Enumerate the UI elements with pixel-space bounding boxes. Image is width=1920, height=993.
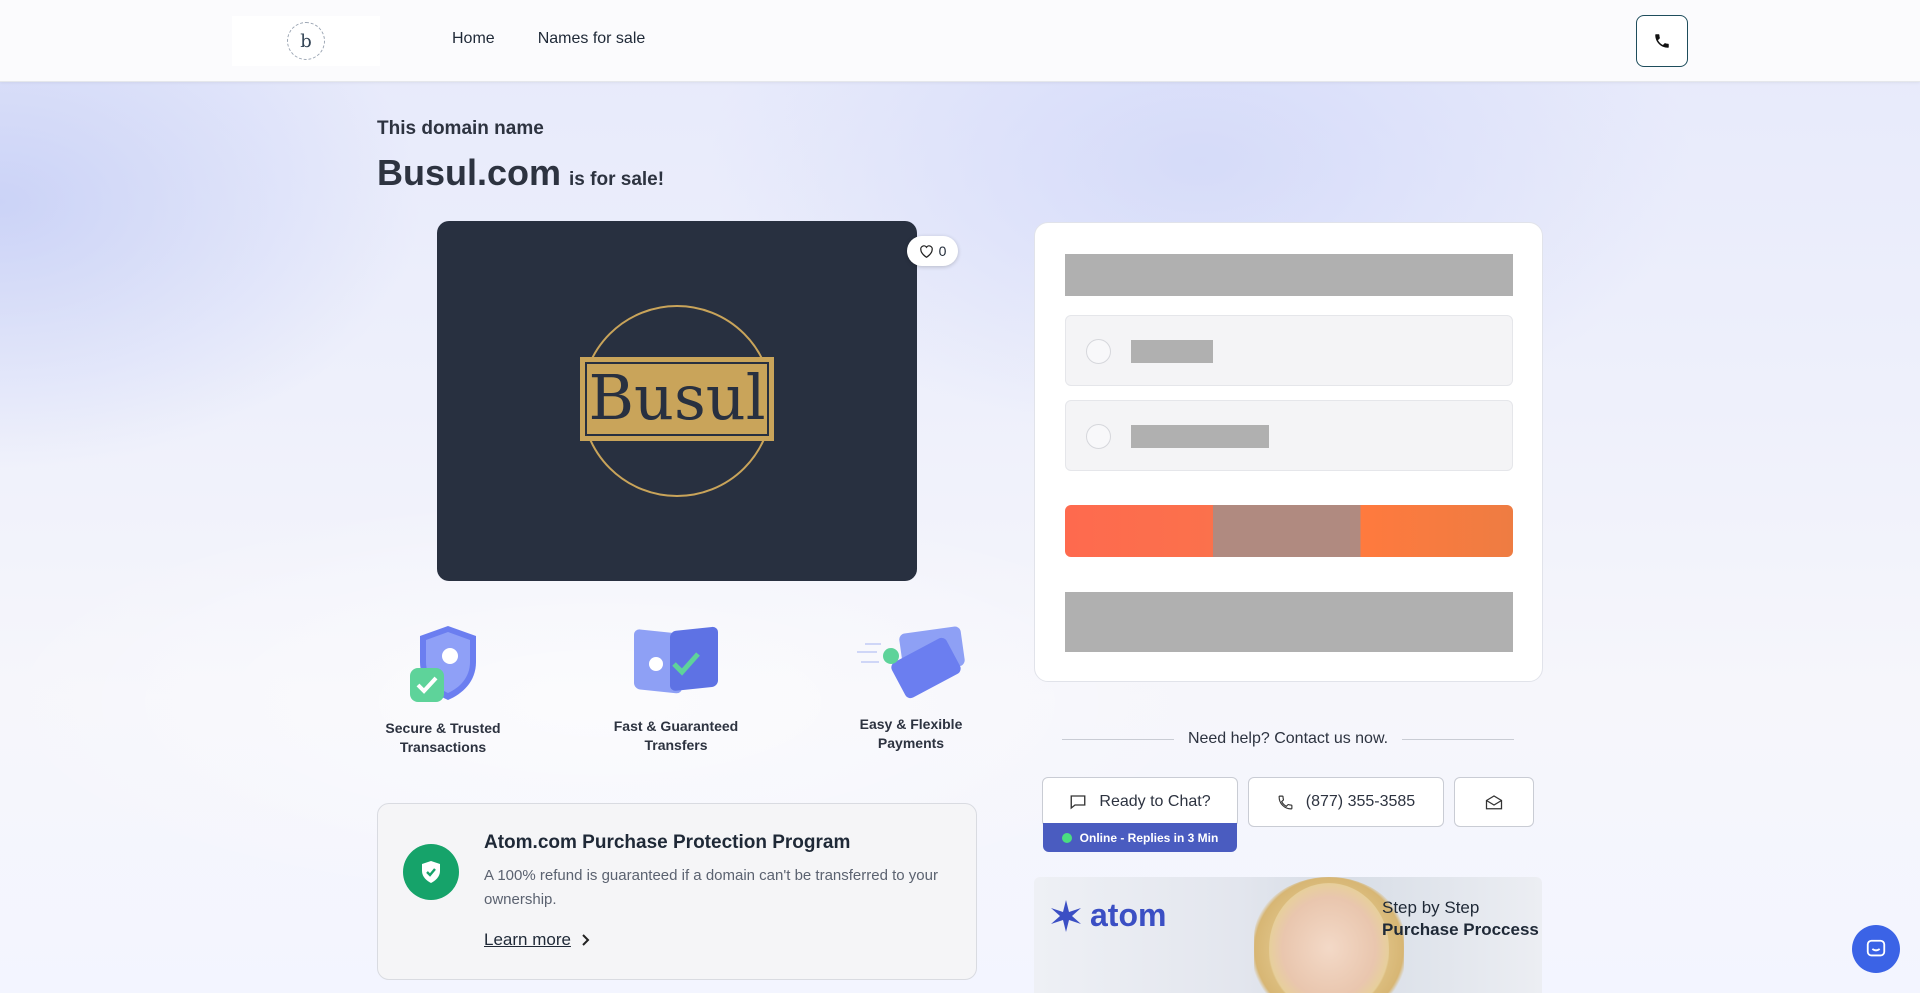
chat-icon: [1866, 939, 1886, 957]
like-button[interactable]: 0: [907, 236, 958, 266]
nav-home-link[interactable]: Home: [452, 30, 495, 48]
email-contact-button[interactable]: [1454, 777, 1534, 827]
hero-subtitle: This domain name: [377, 118, 544, 139]
feature-easy: Easy & Flexible Payments: [836, 622, 986, 753]
option-2-skeleton: [1131, 425, 1269, 448]
site-logo-mark: b: [287, 22, 325, 60]
transfer-icon: [634, 626, 718, 694]
buy-now-button[interactable]: [1065, 505, 1513, 557]
online-status-badge: Online - Replies in 3 Min: [1043, 823, 1237, 852]
feature-secure-label: Secure & Trusted Transactions: [385, 720, 501, 755]
main-content: This domain name Busul.com is for sale! …: [0, 0, 1920, 993]
credit-card-icon: [857, 626, 965, 699]
online-dot-icon: [1061, 832, 1072, 843]
option-1-skeleton: [1131, 340, 1213, 363]
secondary-button-skeleton[interactable]: [1065, 592, 1513, 652]
hero-title: Busul.com is for sale!: [377, 152, 664, 194]
learn-more-label: Learn more: [484, 930, 571, 949]
domain-logo: Busul: [580, 305, 774, 497]
mail-open-icon: [1485, 795, 1503, 810]
domain-logo-text: Busul: [588, 361, 765, 434]
like-count: 0: [938, 243, 947, 259]
feature-secure: Secure & Trusted Transactions: [368, 622, 518, 757]
protection-shield-icon: [403, 844, 459, 900]
phone-contact-label: (877) 355-3585: [1305, 793, 1416, 810]
help-divider: Need help? Contact us now.: [1062, 730, 1515, 748]
phone-icon: [1278, 795, 1293, 809]
site-logo[interactable]: b: [232, 16, 380, 66]
phone-icon: [1655, 34, 1669, 48]
chevron-right-icon: [582, 934, 590, 946]
purchase-protection-card: Atom.com Purchase Protection Program A 1…: [377, 803, 977, 980]
purchase-process-banner[interactable]: atom Step by Step Purchase Proccess: [1034, 877, 1542, 993]
atom-brand-logo: atom: [1048, 897, 1166, 934]
chat-launcher-button[interactable]: [1852, 925, 1900, 973]
header-phone-button[interactable]: [1636, 15, 1688, 67]
domain-name: Busul.com: [377, 152, 562, 193]
phone-contact-button[interactable]: (877) 355-3585: [1248, 777, 1444, 827]
feature-fast-label: Fast & Guaranteed Transfers: [613, 718, 739, 753]
heart-icon: [919, 245, 933, 258]
for-sale-label: is for sale!: [569, 169, 665, 190]
purchase-option-1[interactable]: [1065, 315, 1513, 386]
atom-star-icon: [1051, 899, 1081, 932]
shield-check-icon: [410, 626, 476, 702]
domain-logo-card: Busul: [437, 221, 917, 581]
site-header: b Home Names for sale: [0, 0, 1920, 82]
chat-bubble-icon: [1070, 795, 1086, 810]
chat-button-label: Ready to Chat?: [1099, 793, 1211, 810]
price-skeleton: [1065, 254, 1513, 296]
feature-easy-label: Easy & Flexible Payments: [859, 716, 963, 751]
chat-button[interactable]: Ready to Chat?: [1042, 777, 1238, 827]
nav-names-for-sale-link[interactable]: Names for sale: [538, 30, 646, 48]
learn-more-link[interactable]: Learn more: [484, 930, 590, 950]
purchase-option-2[interactable]: [1065, 400, 1513, 471]
purchase-panel: [1034, 222, 1543, 682]
option-1-radio[interactable]: [1086, 339, 1111, 364]
feature-fast: Fast & Guaranteed Transfers: [601, 622, 751, 755]
banner-text: Step by Step Purchase Proccess: [1382, 898, 1539, 939]
protection-text: A 100% refund is guaranteed if a domain …: [484, 867, 938, 908]
option-2-radio[interactable]: [1086, 424, 1111, 449]
help-label: Need help? Contact us now.: [1187, 730, 1389, 747]
main-nav: Home Names for sale: [452, 30, 645, 48]
protection-title: Atom.com Purchase Protection Program: [484, 832, 851, 853]
